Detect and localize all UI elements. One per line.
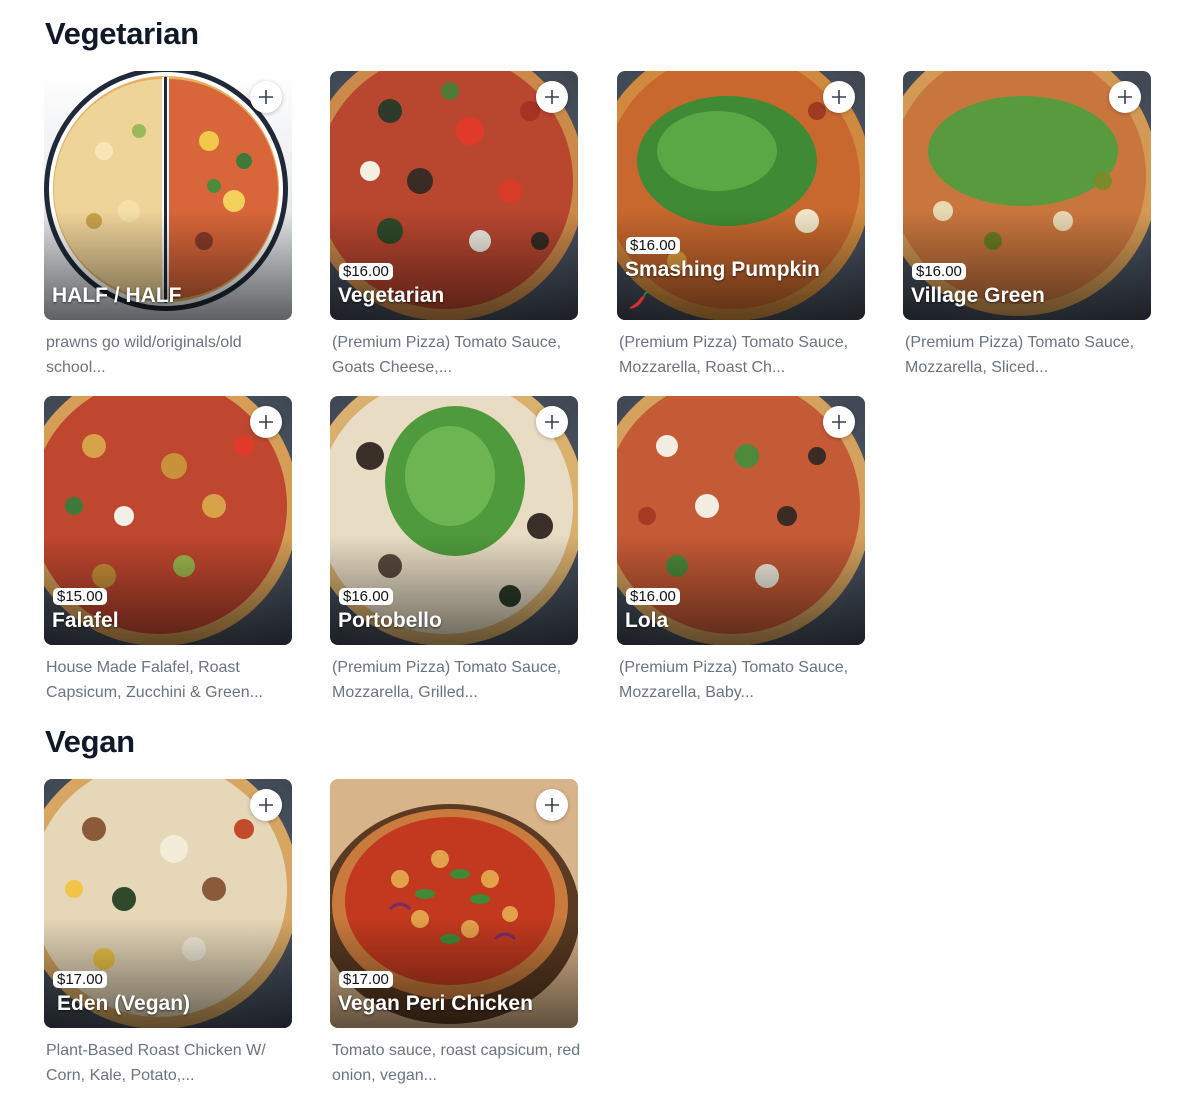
menu-card-lola[interactable]: $16.00 Lola (617, 396, 865, 645)
item-name: Lola (625, 609, 669, 632)
add-item-button[interactable] (250, 406, 282, 438)
menu-card-portobello[interactable]: $16.00 Portobello (330, 396, 578, 645)
section-title-vegetarian: Vegetarian (45, 16, 199, 51)
item-name: HALF / HALF (52, 284, 182, 307)
add-item-button[interactable] (536, 406, 568, 438)
menu-card-vegetarian[interactable]: $16.00 Vegetarian (330, 71, 578, 320)
menu-card-vegan-peri-chicken[interactable]: $17.00 Vegan Peri Chicken (330, 779, 578, 1028)
item-name: Village Green (911, 284, 1045, 307)
add-item-button[interactable] (250, 789, 282, 821)
item-description: (Premium Pizza) Tomato Sauce, Goats Chee… (332, 334, 562, 376)
item-name: Eden (Vegan) (57, 992, 191, 1015)
plus-icon (259, 415, 273, 429)
menu-card-eden-vegan[interactable]: $17.00 Eden (Vegan) (44, 779, 292, 1028)
item-description: prawns go wild/originals/old school... (46, 334, 242, 376)
add-item-button[interactable] (823, 406, 855, 438)
item-name: Smashing Pumpkin (625, 258, 820, 281)
item-description: (Premium Pizza) Tomato Sauce, Mozzarella… (905, 334, 1135, 376)
item-description: (Premium Pizza) Tomato Sauce, Mozzarella… (332, 659, 562, 701)
item-description: House Made Falafel, Roast Capsicum, Zucc… (46, 659, 263, 701)
section-title-vegan: Vegan (45, 724, 135, 759)
price-badge: $16.00 (626, 588, 680, 605)
plus-icon (545, 798, 559, 812)
item-description: (Premium Pizza) Tomato Sauce, Mozzarella… (619, 334, 849, 376)
menu-card-village-green[interactable]: $16.00 Village Green (903, 71, 1151, 320)
plus-icon (259, 798, 273, 812)
add-item-button[interactable] (536, 81, 568, 113)
item-description: Tomato sauce, roast capsicum, red onion,… (332, 1042, 581, 1084)
plus-icon (545, 415, 559, 429)
menu-card-smashing-pumpkin[interactable]: $16.00 Smashing Pumpkin (617, 71, 865, 320)
add-item-button[interactable] (823, 81, 855, 113)
item-description: Plant-Based Roast Chicken W/ Corn, Kale,… (46, 1042, 266, 1084)
plus-icon (259, 90, 273, 104)
item-name: Vegetarian (338, 284, 445, 307)
plus-icon (1118, 90, 1132, 104)
plus-icon (832, 90, 846, 104)
add-item-button[interactable] (250, 81, 282, 113)
plus-icon (832, 415, 846, 429)
plus-icon (545, 90, 559, 104)
price-badge: $16.00 (339, 588, 393, 605)
add-item-button[interactable] (536, 789, 568, 821)
price-badge: $16.00 (912, 263, 966, 280)
item-name: Vegan Peri Chicken (338, 992, 533, 1015)
item-name: Portobello (338, 609, 442, 632)
chili-icon (629, 291, 649, 309)
price-badge: $17.00 (53, 971, 107, 988)
item-name: Falafel (52, 609, 119, 632)
price-badge: $17.00 (339, 971, 393, 988)
price-badge: $16.00 (339, 263, 393, 280)
item-description: (Premium Pizza) Tomato Sauce, Mozzarella… (619, 659, 849, 701)
menu-card-falafel[interactable]: $15.00 Falafel (44, 396, 292, 645)
price-badge: $16.00 (626, 237, 680, 254)
price-badge: $15.00 (53, 588, 107, 605)
menu-card-half-half[interactable]: HALF / HALF (44, 71, 292, 320)
add-item-button[interactable] (1109, 81, 1141, 113)
